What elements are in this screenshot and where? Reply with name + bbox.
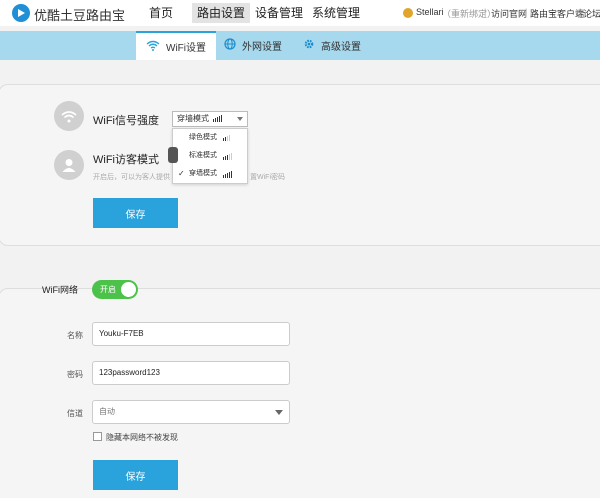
nav-home[interactable]: 首页 bbox=[144, 3, 178, 23]
tab-wifi-settings[interactable]: WiFi设置 bbox=[136, 31, 216, 60]
gear-icon bbox=[303, 38, 315, 53]
option-wall-mode[interactable]: ✓ 穿墙模式 bbox=[173, 165, 247, 183]
chevron-down-icon bbox=[275, 410, 283, 415]
logo-icon bbox=[12, 4, 30, 22]
option-label: 穿墙模式 bbox=[189, 170, 217, 177]
wifi-signal-icon bbox=[54, 101, 84, 131]
signal-mode-select[interactable]: 穿墙模式 bbox=[172, 111, 248, 127]
wifi-icon bbox=[146, 40, 160, 54]
wifi-network-panel bbox=[0, 288, 600, 498]
save-button-wifi[interactable]: 保存 bbox=[93, 460, 178, 490]
guest-mode-toggle[interactable] bbox=[168, 147, 178, 163]
signal-bars-icon bbox=[213, 115, 222, 122]
check-icon: ✓ bbox=[178, 169, 185, 178]
channel-select[interactable]: 自动 bbox=[92, 400, 290, 424]
globe-icon bbox=[224, 38, 236, 53]
ssid-input[interactable]: Youku-F7EB bbox=[92, 322, 290, 346]
top-bar: 优酷土豆路由宝 首页 路由设置 设备管理 系统管理 Stellari （重新绑定… bbox=[0, 0, 600, 26]
tab-label: 外网设置 bbox=[242, 42, 282, 53]
nav-device-management[interactable]: 设备管理 bbox=[250, 3, 308, 23]
guest-mode-hint-tail: 置WiFi密码 bbox=[250, 174, 285, 181]
chevron-down-icon bbox=[237, 117, 243, 121]
signal-mode-value: 穿墙模式 bbox=[177, 114, 209, 123]
hide-ssid-label: 隐藏本网络不被发现 bbox=[106, 433, 178, 442]
password-input[interactable]: 123password123 bbox=[92, 361, 290, 385]
signal-mode-dropdown: 绿色模式 标准模式 ✓ 穿墙模式 bbox=[172, 128, 248, 184]
guest-mode-hint: 开启后，可以为客人提供 bbox=[93, 174, 170, 181]
user-avatar-icon bbox=[403, 8, 413, 18]
wifi-network-label: WiFi网络 bbox=[42, 285, 78, 295]
tab-label: WiFi设置 bbox=[166, 43, 206, 54]
client-link[interactable]: 路由宝客户端 bbox=[530, 7, 584, 20]
brand-title: 优酷土豆路由宝 bbox=[34, 8, 126, 23]
switch-knob bbox=[121, 282, 136, 297]
channel-label: 信道 bbox=[67, 409, 83, 418]
channel-value: 自动 bbox=[99, 407, 115, 416]
guest-mode-label: WiFi访客模式 bbox=[93, 154, 159, 166]
nav-router-settings[interactable]: 路由设置 bbox=[192, 3, 251, 23]
option-label: 标准模式 bbox=[189, 152, 217, 159]
tab-label: 高级设置 bbox=[321, 42, 361, 53]
official-site-link[interactable]: 访问官网 bbox=[491, 7, 527, 20]
tab-advanced-settings[interactable]: 高级设置 bbox=[303, 31, 361, 60]
signal-strength-label: WiFi信号强度 bbox=[93, 115, 159, 127]
signal-bars-icon bbox=[223, 153, 232, 160]
user-name[interactable]: Stellari bbox=[416, 7, 444, 17]
option-label: 绿色模式 bbox=[189, 134, 217, 141]
ssid-label: 名称 bbox=[67, 331, 83, 340]
separator: | bbox=[525, 7, 528, 17]
nav-system-management[interactable]: 系统管理 bbox=[307, 3, 365, 23]
switch-label: 开启 bbox=[100, 285, 116, 294]
forum-link[interactable]: 论坛 bbox=[583, 7, 600, 20]
sub-nav: WiFi设置 外网设置 高级设置 bbox=[0, 31, 600, 60]
signal-guest-panel bbox=[0, 84, 600, 246]
rebind-link[interactable]: （重新绑定） bbox=[442, 7, 496, 20]
password-label: 密码 bbox=[67, 370, 83, 379]
option-green-mode[interactable]: 绿色模式 bbox=[173, 129, 247, 147]
guest-user-icon bbox=[54, 150, 84, 180]
option-standard-mode[interactable]: 标准模式 bbox=[173, 147, 247, 165]
separator: | bbox=[484, 7, 487, 17]
tab-wan-settings[interactable]: 外网设置 bbox=[224, 31, 282, 60]
separator: | bbox=[579, 7, 582, 17]
hide-ssid-checkbox[interactable] bbox=[93, 432, 102, 441]
wifi-network-switch[interactable]: 开启 bbox=[92, 280, 138, 299]
save-button-signal[interactable]: 保存 bbox=[93, 198, 178, 228]
signal-bars-icon bbox=[223, 135, 230, 141]
signal-bars-icon bbox=[223, 171, 232, 178]
